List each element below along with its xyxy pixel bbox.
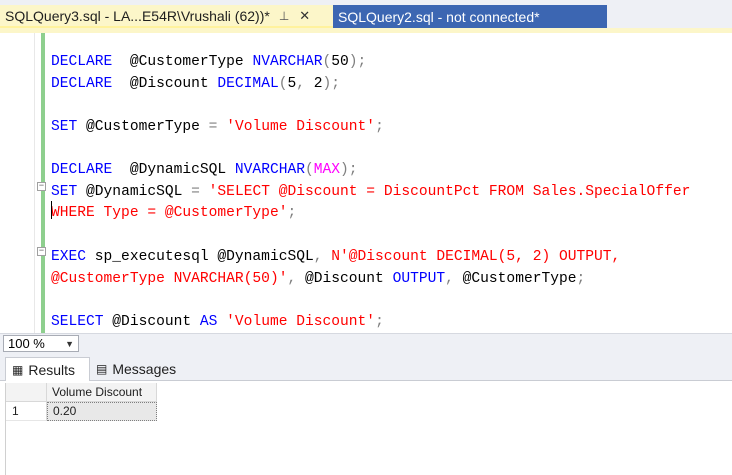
tab-label: Results [28,361,76,378]
grid-icon: ▦ [12,362,24,377]
code-token: NVARCHAR [252,54,323,70]
code-token: @DynamicSQL [112,162,235,178]
text-caret [51,201,52,219]
code-line[interactable]: SET @DynamicSQL = 'SELECT @Discount = Di… [51,182,690,202]
close-icon[interactable]: ✕ [299,8,310,24]
code-token: ; [375,314,384,330]
code-token: @CustomerType [112,54,253,70]
code-token: @Discount [112,76,218,92]
tab-label: SQLQuery2.sql - not connected* [338,8,540,25]
code-token: ); [340,162,358,178]
code-token: ); [322,76,341,92]
tab-label: Messages [112,361,177,377]
code-line[interactable]: SET @CustomerType = 'Volume Discount'; [51,117,384,137]
tab-results[interactable]: ▦ Results [5,357,90,381]
code-line[interactable]: SELECT @Discount AS 'Volume Discount'; [51,312,384,332]
code-line[interactable]: EXEC sp_executesql @DynamicSQL, N'@Disco… [51,247,620,267]
zoom-dropdown[interactable]: 100 % ▼ [3,335,79,352]
code-token: N'@Discount DECIMAL(5, 2) OUTPUT, [331,249,621,265]
code-line[interactable]: DECLARE @Discount DECIMAL(5, 2); [51,74,340,94]
code-token: EXEC [51,249,87,265]
code-token: @CustomerType [77,119,209,135]
sql-editor[interactable]: DECLARE @CustomerType NVARCHAR(50); DECLA… [0,33,732,333]
code-token: OUTPUT [392,271,446,287]
code-token: , [445,271,454,287]
code-token: MAX [313,162,341,178]
row-number[interactable]: 1 [6,402,47,421]
grid-corner[interactable] [6,383,47,402]
code-token: DECLARE [51,76,113,92]
code-token: ); [348,54,367,70]
code-token: ; [375,119,384,135]
editor-margin [34,33,35,333]
code-token: , [313,249,323,265]
results-tab-strip: ▦ Results ▤ Messages [0,353,732,381]
code-token: ( [322,54,332,70]
code-token: ; [576,271,586,287]
code-token: , [287,271,297,287]
collapse-icon[interactable]: − [37,182,46,191]
document-tab-strip: SQLQuery3.sql - LA...E54R\Vrushali (62))… [0,0,732,33]
tab-messages[interactable]: ▤ Messages [92,357,180,381]
code-token: AS [199,314,218,330]
code-token: @CustomerType [453,271,577,287]
code-token: 'Volume Discount' [226,314,376,330]
collapse-icon[interactable]: − [37,247,46,256]
code-token: NVARCHAR [234,162,305,178]
code-line[interactable]: @CustomerType NVARCHAR(50)', @Discount O… [51,269,585,289]
zoom-value: 100 % [8,336,45,351]
tab-label: SQLQuery3.sql - LA...E54R\Vrushali (62))… [5,7,270,24]
code-line[interactable]: DECLARE @DynamicSQL NVARCHAR(MAX); [51,160,358,180]
code-token: DECIMAL [217,76,279,92]
code-line[interactable]: DECLARE @CustomerType NVARCHAR(50); [51,52,366,72]
tab-sqlquery3[interactable]: SQLQuery3.sql - LA...E54R\Vrushali (62))… [0,5,333,28]
messages-icon: ▤ [96,362,108,376]
code-token: 'SELECT @Discount = DiscountPct FROM Sal… [208,184,691,200]
editor-status-bar: 100 % ▼ [0,333,732,353]
code-token: ; [287,205,297,221]
pin-icon[interactable]: ⊥ [279,9,289,23]
code-token: @DynamicSQL [77,184,192,200]
code-token: ( [304,162,314,178]
code-token: = [191,184,200,200]
code-line[interactable]: WHERE Type = @CustomerType'; [51,203,296,223]
chevron-down-icon: ▼ [65,339,74,349]
code-token: , [296,76,306,92]
code-token: @Discount [296,271,393,287]
code-token: sp_executesql @DynamicSQL [86,249,314,265]
tab-sqlquery2[interactable]: SQLQuery2.sql - not connected* [333,5,607,28]
code-token: DECLARE [51,162,113,178]
code-token: 'Volume Discount' [226,119,376,135]
code-token: @Discount [103,314,200,330]
code-token: SELECT [51,314,104,330]
code-token: 50 [331,54,349,70]
column-header-volume-discount[interactable]: Volume Discount [47,383,157,402]
code-token: @CustomerType NVARCHAR(50)' [51,271,288,287]
code-token: SET [51,119,78,135]
code-token: 2 [305,76,323,92]
grid-cell-volume-discount[interactable]: 0.20 [47,402,157,421]
results-grid[interactable]: Volume Discount 1 0.20 [5,383,732,475]
code-token: WHERE Type = @CustomerType' [51,205,288,221]
code-token: SET [51,184,78,200]
code-token: DECLARE [51,54,113,70]
results-pane: ▦ Results ▤ Messages Volume Discount 1 0… [0,353,732,475]
code-token: 5 [287,76,297,92]
